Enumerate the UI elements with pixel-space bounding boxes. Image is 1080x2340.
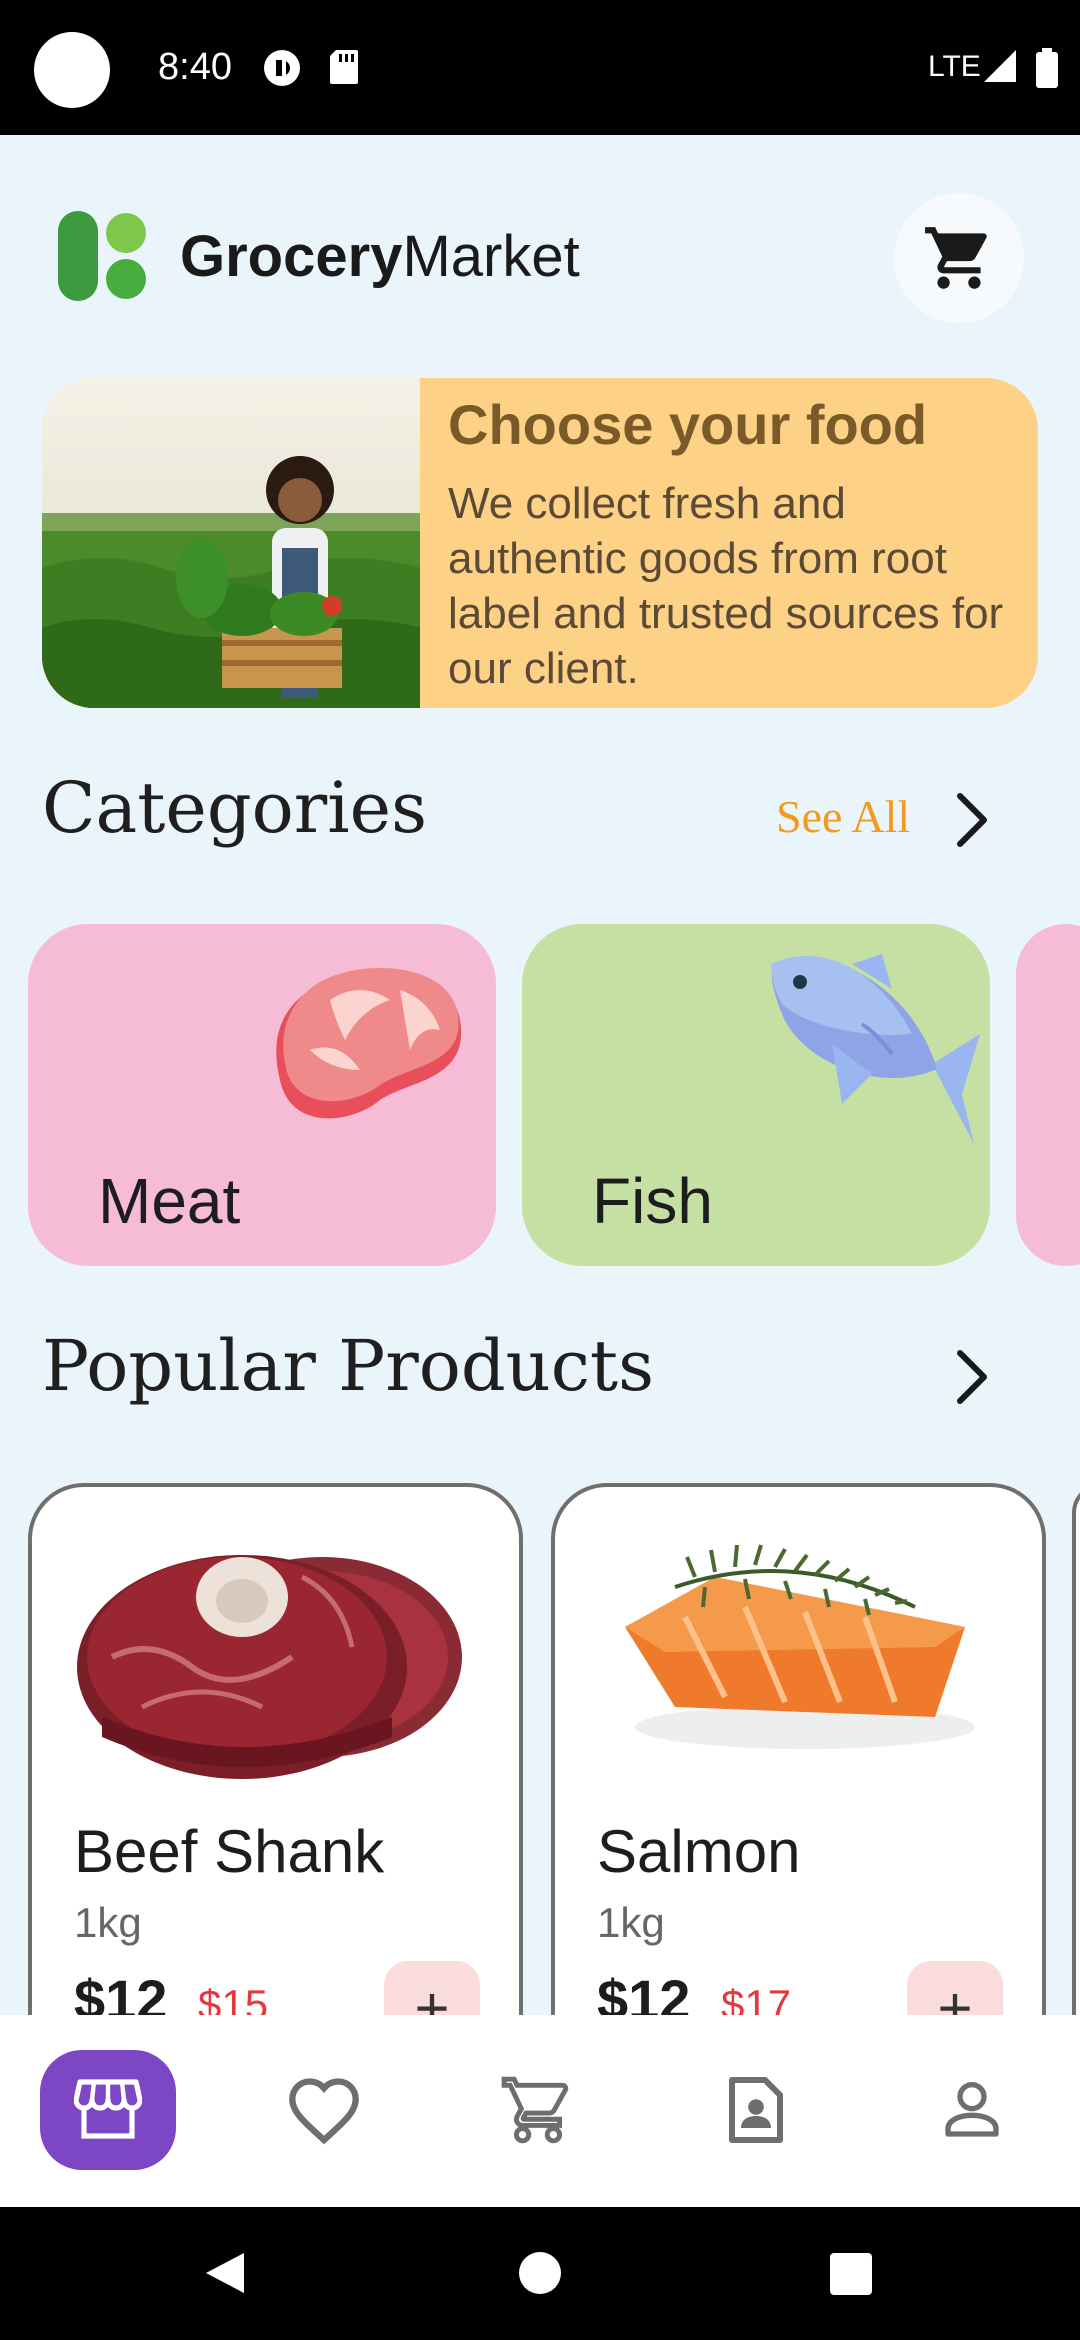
bottom-navigation: [0, 2015, 1080, 2207]
status-bar: 8:40 LTE: [0, 0, 1080, 135]
product-card-partial[interactable]: [1072, 1483, 1080, 2015]
brand-bold: Grocery: [180, 224, 403, 289]
product-card-salmon[interactable]: Salmon 1kg $12 $17 +: [551, 1483, 1046, 2015]
banner-title: Choose your food: [448, 393, 928, 456]
home-icon[interactable]: [518, 2251, 562, 2295]
banner-text: We collect fresh and authentic goods fro…: [448, 479, 1004, 693]
see-all-link[interactable]: See All: [776, 790, 910, 843]
nav-store[interactable]: [40, 2050, 176, 2170]
category-label: Fish: [592, 1165, 713, 1237]
nav-profile[interactable]: [904, 2050, 1040, 2170]
beef-shank-image: [77, 1555, 462, 1779]
product-name: Beef Shank: [74, 1818, 385, 1885]
network-type: LTE: [928, 50, 981, 83]
battery-icon: [1036, 48, 1058, 88]
add-to-cart-button[interactable]: +: [907, 1961, 1003, 2015]
categories-chevron-right-icon[interactable]: [950, 790, 994, 850]
system-navigation-bar: [0, 2207, 1080, 2340]
category-card-meat[interactable]: Meat: [28, 924, 496, 1266]
popular-products-title: Popular Products: [42, 1325, 654, 1407]
profile-icon: [945, 2082, 999, 2137]
heart-icon: [289, 2078, 359, 2145]
sim-card-icon: [330, 50, 358, 84]
salmon-image: [625, 1544, 975, 1749]
meat-icon: [276, 968, 462, 1119]
product-unit: 1kg: [74, 1899, 142, 1946]
product-price: $12: [597, 1968, 691, 2015]
popular-chevron-right-icon[interactable]: [950, 1347, 994, 1407]
app-title: GroceryMarket: [180, 223, 580, 290]
camera-cutout: [34, 32, 110, 108]
fish-icon: [771, 954, 980, 1144]
product-name: Salmon: [597, 1818, 801, 1885]
phone-frame: 8:40 LTE GroceryMarket Choose your food …: [0, 0, 1080, 2340]
product-unit: 1kg: [597, 1899, 665, 1946]
product-card-beef-shank[interactable]: Beef Shank 1kg $12 $15 +: [28, 1483, 523, 2015]
brand-logo: [58, 211, 146, 301]
promo-banner[interactable]: Choose your food We collect fresh and au…: [42, 378, 1038, 708]
categories-title: Categories: [42, 767, 427, 849]
category-card-fish[interactable]: Fish: [522, 924, 990, 1266]
add-to-cart-button[interactable]: +: [384, 1961, 480, 2015]
cart-icon: [501, 2076, 569, 2144]
app-screen: GroceryMarket Choose your food We collec…: [0, 135, 1080, 2015]
brand-light: Market: [402, 224, 580, 289]
nav-contacts[interactable]: [688, 2050, 824, 2170]
app-notification-icon: [264, 50, 300, 86]
store-icon: [74, 2079, 142, 2139]
nav-cart[interactable]: [470, 2050, 606, 2170]
back-icon[interactable]: [202, 2249, 248, 2297]
farmer-photo: [42, 378, 420, 708]
category-card-partial[interactable]: [1016, 924, 1080, 1266]
recents-icon[interactable]: [830, 2253, 872, 2295]
contact-icon: [729, 2077, 783, 2143]
nav-favorites[interactable]: [256, 2050, 392, 2170]
product-old-price: $17: [721, 1981, 792, 2015]
status-time: 8:40: [158, 46, 232, 88]
app-header: GroceryMarket: [0, 135, 1080, 375]
cart-icon: [925, 227, 987, 289]
product-price: $12: [74, 1968, 168, 2015]
header-cart-button[interactable]: [894, 193, 1024, 323]
category-label: Meat: [98, 1165, 241, 1237]
product-old-price: $15: [198, 1981, 269, 2015]
signal-icon: [984, 50, 1016, 82]
